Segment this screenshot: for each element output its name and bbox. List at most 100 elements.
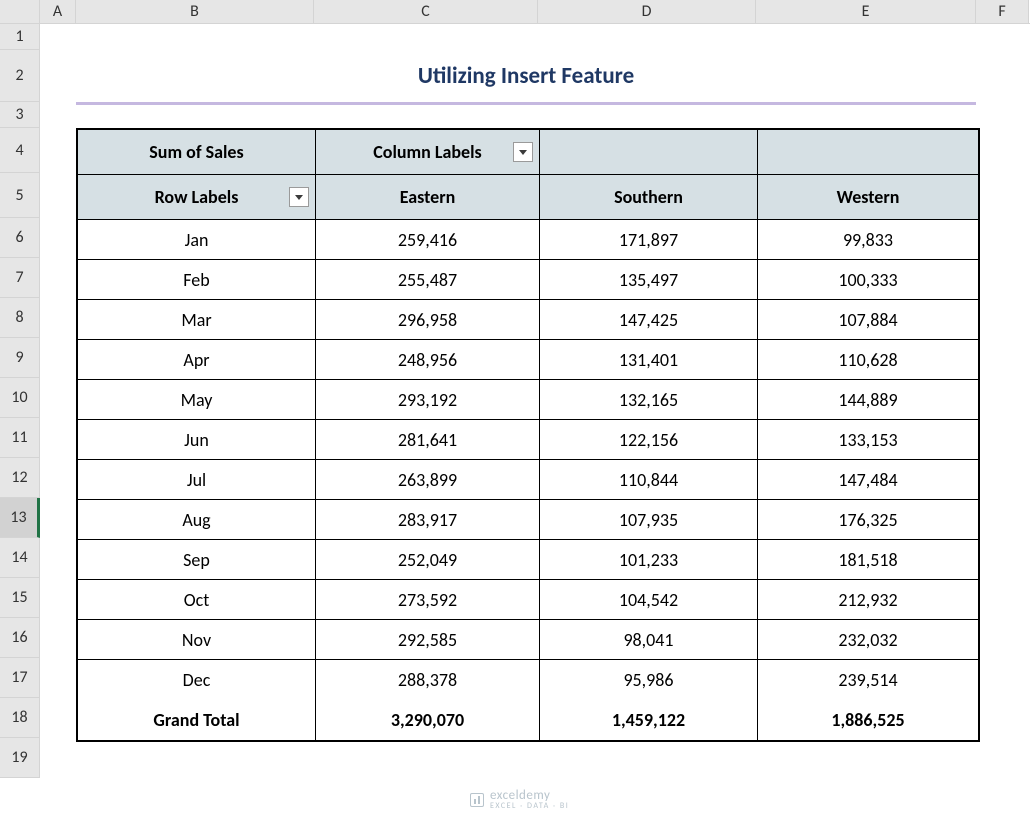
row-header-15[interactable]: 15	[0, 578, 40, 618]
row-header-9[interactable]: 9	[0, 338, 40, 378]
col-header-southern: Southern	[540, 175, 758, 220]
row-header-7[interactable]: 7	[0, 258, 40, 298]
row-header-17[interactable]: 17	[0, 658, 40, 698]
pivot-header-blank-1	[540, 130, 758, 175]
cell-eastern: 273,592	[316, 580, 540, 620]
pivot-header-blank-2	[758, 130, 978, 175]
row-header-2[interactable]: 2	[0, 50, 40, 102]
col-header-B[interactable]: B	[76, 0, 314, 23]
row-label: Aug	[78, 500, 316, 540]
page-title: Utilizing Insert Feature	[418, 62, 634, 90]
row-header-8[interactable]: 8	[0, 298, 40, 338]
cell-southern: 98,041	[540, 620, 758, 660]
spreadsheet: A B C D E F 1 2 3 4 5 6 7 8 9 10 11 12 1…	[0, 0, 1030, 815]
sum-of-sales-label: Sum of Sales	[78, 130, 316, 175]
grand-total-label: Grand Total	[78, 700, 316, 740]
row-label: Apr	[78, 340, 316, 380]
col-header-C[interactable]: C	[314, 0, 538, 23]
column-labels-header: Column Labels	[316, 130, 540, 175]
cell-southern: 132,165	[540, 380, 758, 420]
pivot-data-row: Sep252,049101,233181,518	[78, 540, 978, 580]
row-header-16[interactable]: 16	[0, 618, 40, 658]
col-header-eastern: Eastern	[316, 175, 540, 220]
cell-western: 181,518	[758, 540, 978, 580]
col-header-A[interactable]: A	[40, 0, 76, 23]
cell-eastern: 293,192	[316, 380, 540, 420]
cell-southern: 135,497	[540, 260, 758, 300]
row-header-4[interactable]: 4	[0, 128, 40, 173]
row-header-11[interactable]: 11	[0, 418, 40, 458]
row-header-19[interactable]: 19	[0, 738, 40, 778]
cell-western: 212,932	[758, 580, 978, 620]
cell-southern: 131,401	[540, 340, 758, 380]
cells-area[interactable]: Utilizing Insert Feature Sum of Sales Co…	[40, 24, 1030, 778]
row-label: May	[78, 380, 316, 420]
cell-western: 133,153	[758, 420, 978, 460]
row-labels-header: Row Labels	[78, 175, 316, 220]
title-underline	[76, 102, 976, 105]
cell-western: 232,032	[758, 620, 978, 660]
cell-southern: 101,233	[540, 540, 758, 580]
cell-eastern: 281,641	[316, 420, 540, 460]
grand-total-southern: 1,459,122	[540, 700, 758, 740]
col-header-western: Western	[758, 175, 978, 220]
column-header-row: A B C D E F	[0, 0, 1030, 24]
row-header-6[interactable]: 6	[0, 218, 40, 258]
row-header-13[interactable]: 13	[0, 498, 40, 538]
pivot-data-row: May293,192132,165144,889	[78, 380, 978, 420]
pivot-data-row: Jan259,416171,89799,833	[78, 220, 978, 260]
cell-southern: 122,156	[540, 420, 758, 460]
cell-southern: 95,986	[540, 660, 758, 700]
cell-eastern: 283,917	[316, 500, 540, 540]
row-label: Feb	[78, 260, 316, 300]
pivot-table: Sum of Sales Column Labels Row Labels Ea…	[76, 128, 980, 742]
cell-western: 100,333	[758, 260, 978, 300]
row-header-12[interactable]: 12	[0, 458, 40, 498]
watermark: exceldemy EXCEL · DATA · BI	[470, 788, 569, 811]
cell-western: 99,833	[758, 220, 978, 260]
cell-southern: 107,935	[540, 500, 758, 540]
watermark-icon	[470, 793, 484, 807]
row-labels-dropdown-icon[interactable]	[289, 187, 309, 207]
pivot-data-row: Nov292,58598,041232,032	[78, 620, 978, 660]
cell-eastern: 255,487	[316, 260, 540, 300]
row-label: Dec	[78, 660, 316, 700]
col-header-E[interactable]: E	[756, 0, 976, 23]
grand-total-western: 1,886,525	[758, 700, 978, 740]
cell-eastern: 292,585	[316, 620, 540, 660]
row-header-18[interactable]: 18	[0, 698, 40, 738]
cell-western: 239,514	[758, 660, 978, 700]
cell-western: 107,884	[758, 300, 978, 340]
cell-southern: 104,542	[540, 580, 758, 620]
cell-southern: 147,425	[540, 300, 758, 340]
title-cell: Utilizing Insert Feature	[76, 50, 976, 102]
select-all-corner[interactable]	[0, 0, 40, 23]
row-header-3[interactable]: 3	[0, 102, 40, 128]
row-label: Jun	[78, 420, 316, 460]
pivot-data-row: Feb255,487135,497100,333	[78, 260, 978, 300]
pivot-data-row: Aug283,917107,935176,325	[78, 500, 978, 540]
col-header-F[interactable]: F	[976, 0, 1029, 23]
row-header-10[interactable]: 10	[0, 378, 40, 418]
row-header-1[interactable]: 1	[0, 24, 40, 50]
row-header-column: 1 2 3 4 5 6 7 8 9 10 11 12 13 14 15 16 1…	[0, 24, 40, 778]
col-header-D[interactable]: D	[538, 0, 756, 23]
row-labels-text: Row Labels	[155, 186, 239, 208]
cell-eastern: 263,899	[316, 460, 540, 500]
cell-western: 144,889	[758, 380, 978, 420]
cell-western: 147,484	[758, 460, 978, 500]
pivot-total-row: Grand Total 3,290,070 1,459,122 1,886,52…	[78, 700, 978, 740]
pivot-header-row-1: Sum of Sales Column Labels	[78, 130, 978, 175]
row-header-5[interactable]: 5	[0, 173, 40, 218]
row-label: Nov	[78, 620, 316, 660]
column-labels-text: Column Labels	[373, 141, 481, 163]
column-labels-dropdown-icon[interactable]	[513, 142, 533, 162]
row-label: Mar	[78, 300, 316, 340]
row-label: Jul	[78, 460, 316, 500]
cell-eastern: 252,049	[316, 540, 540, 580]
pivot-data-row: Apr248,956131,401110,628	[78, 340, 978, 380]
pivot-data-row: Jul263,899110,844147,484	[78, 460, 978, 500]
cell-eastern: 288,378	[316, 660, 540, 700]
row-header-14[interactable]: 14	[0, 538, 40, 578]
watermark-tagline: EXCEL · DATA · BI	[490, 801, 569, 811]
